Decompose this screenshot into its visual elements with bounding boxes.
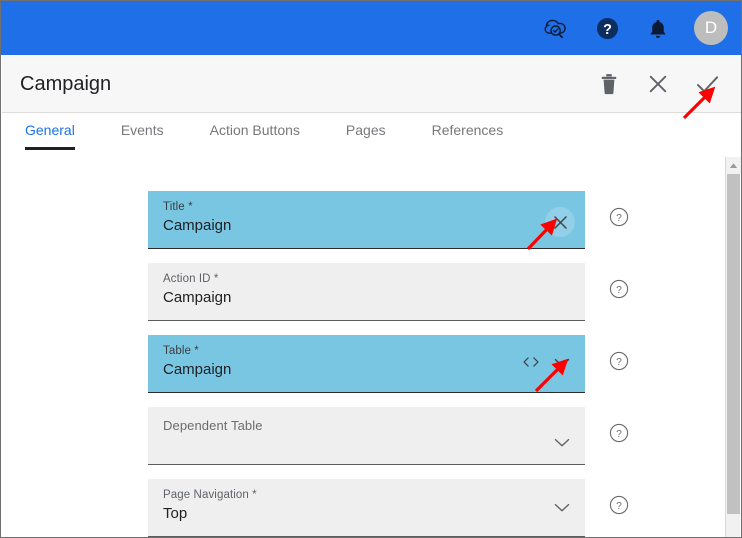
- dependent-table-field-icons: [553, 436, 571, 449]
- table-field[interactable]: Table * Campaign: [148, 335, 585, 393]
- form-row-title: Title * Campaign ?: [148, 191, 629, 249]
- action-id-field-value: Campaign: [163, 289, 232, 306]
- page-navigation-field[interactable]: Page Navigation * Top: [148, 479, 585, 537]
- title-field-label: Title *: [163, 201, 193, 213]
- tab-events[interactable]: Events: [121, 114, 164, 147]
- tab-action-buttons[interactable]: Action Buttons: [210, 114, 300, 147]
- table-field-icons: [522, 355, 571, 369]
- page-navigation-chevron-down-icon[interactable]: [553, 501, 571, 514]
- dependent-table-field[interactable]: Dependent Table: [148, 407, 585, 465]
- svg-text:?: ?: [603, 21, 612, 37]
- tab-bar: General Events Action Buttons Pages Refe…: [2, 114, 741, 156]
- table-field-label: Table *: [163, 345, 199, 357]
- avatar-initial: D: [704, 18, 718, 37]
- code-icon[interactable]: [522, 355, 540, 369]
- page-navigation-field-label: Page Navigation *: [163, 489, 257, 501]
- form-row-action-id: Action ID * Campaign ?: [148, 263, 629, 321]
- dependent-table-help-icon[interactable]: ?: [609, 423, 629, 443]
- dependent-table-field-label: Dependent Table: [163, 418, 263, 433]
- page-navigation-field-value: Top: [163, 505, 188, 522]
- table-field-value: Campaign: [163, 361, 232, 378]
- title-field-icons: [545, 207, 575, 237]
- top-navigation-bar: ? D: [1, 1, 741, 55]
- header-action-group: [596, 71, 720, 97]
- clear-icon-hover-ring: [545, 207, 575, 237]
- delete-button[interactable]: [596, 71, 622, 97]
- action-id-field[interactable]: Action ID * Campaign: [148, 263, 585, 321]
- title-field[interactable]: Title * Campaign: [148, 191, 585, 249]
- title-help-icon[interactable]: ?: [609, 207, 629, 227]
- dependent-table-chevron-down-icon[interactable]: [553, 436, 571, 449]
- action-id-help-icon[interactable]: ?: [609, 279, 629, 299]
- avatar[interactable]: D: [694, 11, 728, 45]
- page-header: Campaign: [2, 56, 741, 113]
- table-chevron-down-icon[interactable]: [553, 356, 571, 369]
- tab-references[interactable]: References: [432, 114, 504, 147]
- scroll-up-arrow[interactable]: [726, 157, 741, 174]
- form-row-page-navigation: Page Navigation * Top ?: [148, 479, 629, 537]
- svg-text:?: ?: [616, 357, 622, 368]
- table-help-icon[interactable]: ?: [609, 351, 629, 371]
- action-id-field-label: Action ID *: [163, 273, 219, 285]
- page-title: Campaign: [20, 72, 112, 95]
- page-navigation-field-icons: [553, 501, 571, 514]
- form-content-area: Title * Campaign ? Action ID * Campaign …: [2, 157, 728, 537]
- help-circle-icon[interactable]: ?: [592, 13, 622, 43]
- confirm-button[interactable]: [694, 71, 720, 97]
- tab-pages[interactable]: Pages: [346, 114, 386, 147]
- title-clear-icon[interactable]: [545, 207, 575, 237]
- cloud-search-check-icon[interactable]: [541, 13, 571, 43]
- svg-text:?: ?: [616, 285, 622, 296]
- title-field-value: Campaign: [163, 217, 232, 234]
- form-row-dependent-table: Dependent Table ?: [148, 407, 629, 465]
- topbar-icon-group: ? D: [541, 11, 731, 45]
- close-button[interactable]: [645, 71, 671, 97]
- scroll-thumb[interactable]: [727, 174, 740, 514]
- page-navigation-help-icon[interactable]: ?: [609, 495, 629, 515]
- tab-general[interactable]: General: [25, 114, 75, 150]
- svg-text:?: ?: [616, 213, 622, 224]
- svg-text:?: ?: [616, 429, 622, 440]
- bell-icon[interactable]: [643, 13, 673, 43]
- application-window: ? D Campaign General Events Action Butto…: [0, 0, 742, 538]
- form-row-table: Table * Campaign ?: [148, 335, 629, 393]
- vertical-scrollbar[interactable]: [725, 157, 741, 537]
- svg-text:?: ?: [616, 501, 622, 512]
